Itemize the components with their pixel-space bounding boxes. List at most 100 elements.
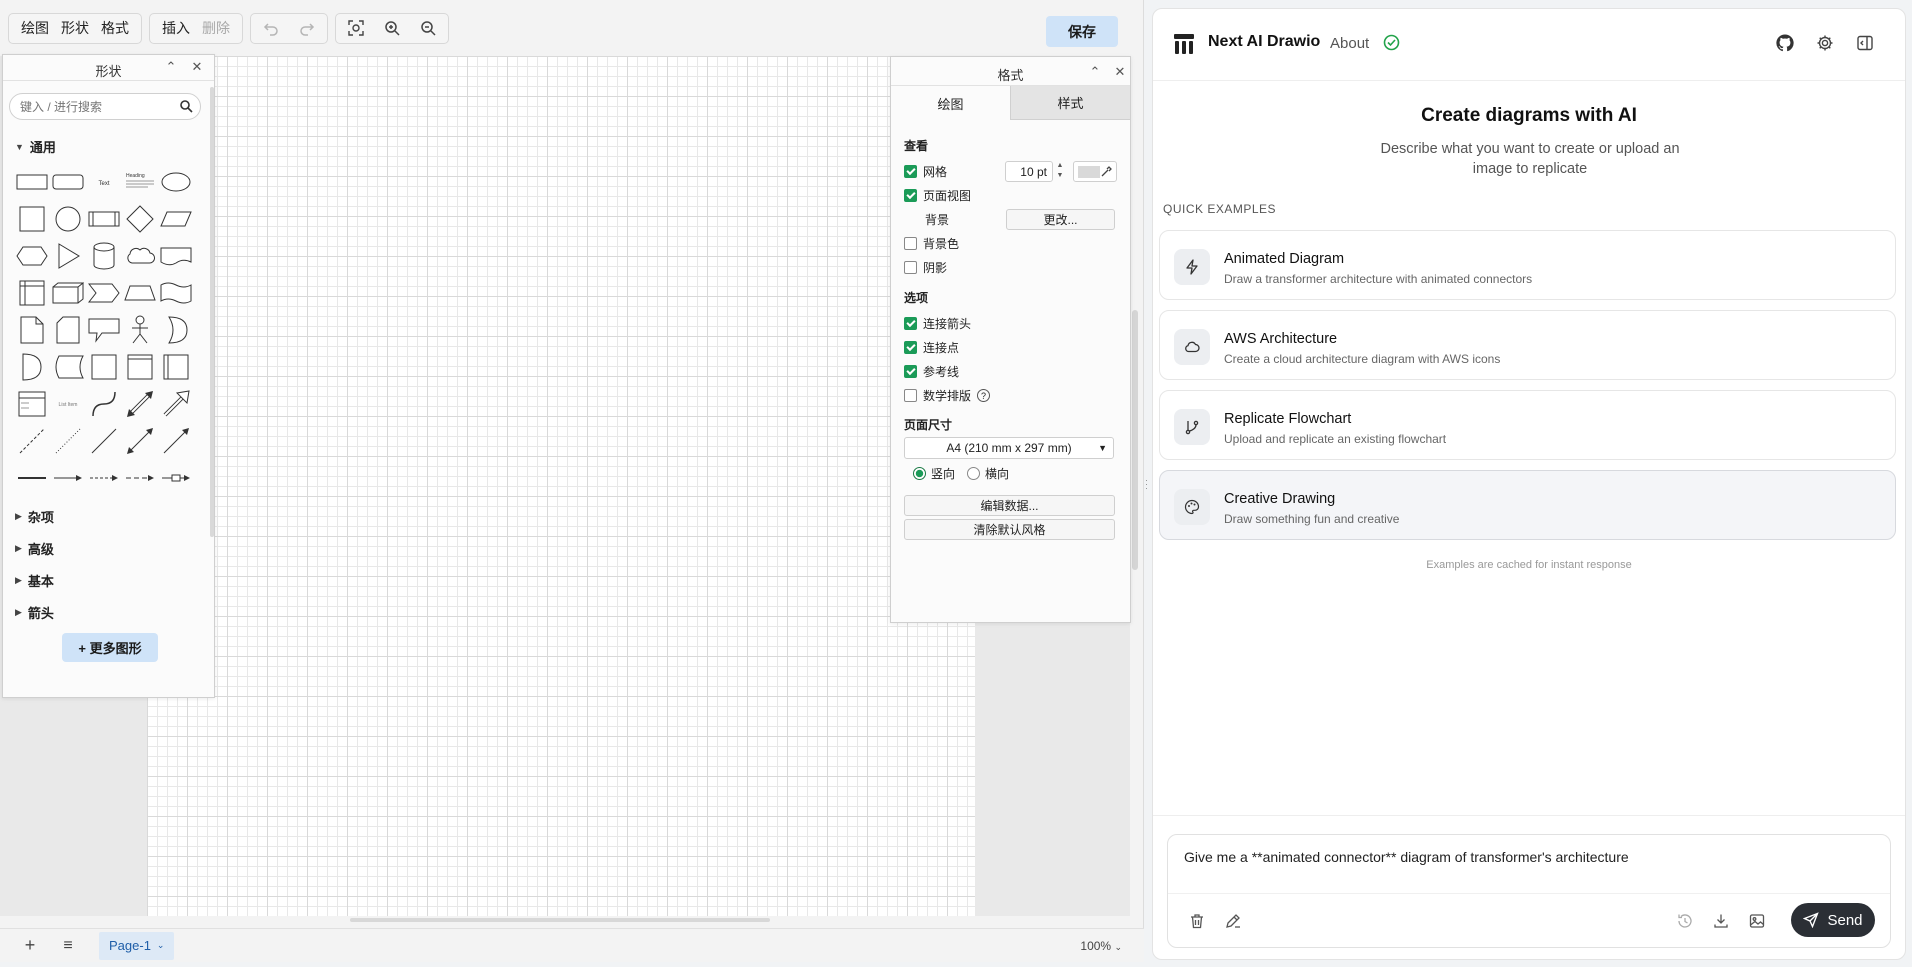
clear-default-style-button[interactable]: 清除默认风格	[904, 519, 1115, 540]
shape-step[interactable]	[86, 274, 122, 311]
zoom-out-icon[interactable]	[410, 14, 446, 42]
shape-dashed-connector[interactable]	[86, 459, 122, 496]
shape-connector-arrow[interactable]	[50, 459, 86, 496]
collapse-icon[interactable]: ⌃	[163, 59, 179, 75]
eyedropper-icon[interactable]	[1100, 166, 1112, 178]
shape-rounded-rectangle[interactable]	[50, 163, 86, 200]
change-background-button[interactable]: 更改...	[1006, 209, 1115, 230]
section-advanced[interactable]: ▶ 高级	[15, 539, 54, 558]
shadow-option[interactable]: 阴影	[904, 259, 947, 276]
page-size-select[interactable]: A4 (210 mm x 297 mm) ▼	[904, 437, 1114, 459]
shape-actor[interactable]	[122, 311, 158, 348]
image-upload-icon[interactable]	[1748, 912, 1766, 930]
section-misc[interactable]: ▶ 杂项	[15, 507, 54, 526]
shape-parallelogram[interactable]	[158, 200, 194, 237]
horizontal-scrollbar[interactable]	[350, 918, 770, 922]
more-shapes-button[interactable]: + 更多图形	[62, 633, 158, 662]
shape-dotted-connector[interactable]	[122, 459, 158, 496]
example-card-aws-architecture[interactable]: AWS Architecture Create a cloud architec…	[1159, 310, 1896, 380]
shape-tape[interactable]	[158, 274, 194, 311]
shape-callout[interactable]	[86, 311, 122, 348]
shadow-checkbox[interactable]	[904, 261, 917, 274]
shape-document[interactable]	[158, 237, 194, 274]
shape-trapezoid[interactable]	[122, 274, 158, 311]
shape-triangle[interactable]	[50, 237, 86, 274]
example-card-animated-diagram[interactable]: Animated Diagram Draw a transformer arch…	[1159, 230, 1896, 300]
zoom-in-icon[interactable]	[374, 14, 410, 42]
example-card-replicate-flowchart[interactable]: Replicate Flowchart Upload and replicate…	[1159, 390, 1896, 460]
grid-color-picker[interactable]	[1073, 161, 1117, 182]
pages-menu-icon[interactable]: ≡	[53, 937, 83, 955]
about-link[interactable]: About	[1330, 35, 1369, 52]
tab-diagram[interactable]: 绘图	[891, 86, 1010, 120]
math-option[interactable]: 数学排版?	[904, 387, 991, 404]
trash-icon[interactable]	[1188, 912, 1206, 930]
connection-points-option[interactable]: 连接点	[904, 339, 959, 356]
math-checkbox[interactable]	[904, 389, 917, 402]
grid-checkbox[interactable]	[904, 165, 917, 178]
shape-rectangle[interactable]	[14, 163, 50, 200]
shape-frame[interactable]	[86, 348, 122, 385]
shape-list[interactable]	[14, 385, 50, 422]
shape-or[interactable]	[158, 311, 194, 348]
connection-arrows-checkbox[interactable]	[904, 317, 917, 330]
shape-cube[interactable]	[50, 274, 86, 311]
help-icon[interactable]: ?	[977, 389, 991, 402]
shape-directional-connector[interactable]	[158, 422, 194, 459]
bg-color-checkbox[interactable]	[904, 237, 917, 250]
shapes-scrollbar[interactable]	[210, 87, 214, 537]
page-view-option[interactable]: 页面视图	[904, 187, 971, 204]
grid-option[interactable]: 网格	[904, 163, 947, 180]
shape-search-input[interactable]	[9, 93, 201, 120]
search-icon[interactable]	[179, 99, 193, 113]
landscape-radio[interactable]	[967, 467, 980, 480]
diagram-canvas[interactable]	[147, 56, 975, 916]
shape-textbox[interactable]: Heading	[122, 163, 158, 200]
shape-dotted-line[interactable]	[50, 422, 86, 459]
redo-icon[interactable]	[289, 14, 325, 42]
shape-and[interactable]	[14, 348, 50, 385]
shape-curve[interactable]	[86, 385, 122, 422]
page-tab[interactable]: Page-1 ⌄	[99, 931, 175, 960]
send-button[interactable]: Send	[1791, 903, 1875, 937]
undo-icon[interactable]	[253, 14, 289, 42]
fit-icon[interactable]	[338, 14, 374, 42]
guides-option[interactable]: 参考线	[904, 363, 959, 380]
shape-list-item[interactable]: List Item	[50, 385, 86, 422]
connection-arrows-option[interactable]: 连接箭头	[904, 315, 971, 332]
section-arrows[interactable]: ▶ 箭头	[15, 603, 54, 622]
shape-dashed-line[interactable]	[14, 422, 50, 459]
shape-data-storage[interactable]	[50, 348, 86, 385]
close-icon[interactable]: ✕	[1112, 64, 1128, 80]
connection-points-checkbox[interactable]	[904, 341, 917, 354]
vertical-scrollbar[interactable]	[1132, 310, 1138, 570]
shape-note[interactable]	[14, 311, 50, 348]
portrait-option[interactable]: 竖向	[913, 465, 955, 482]
history-icon[interactable]	[1676, 912, 1694, 930]
portrait-radio[interactable]	[913, 467, 926, 480]
shape-swimlane[interactable]	[158, 348, 194, 385]
shape-process[interactable]	[86, 200, 122, 237]
github-icon[interactable]	[1775, 33, 1795, 53]
tab-style[interactable]: 样式	[1010, 86, 1130, 120]
zoom-level[interactable]: 100% ⌄	[1080, 939, 1122, 953]
bg-color-option[interactable]: 背景色	[904, 235, 959, 252]
collapse-icon[interactable]: ⌃	[1087, 64, 1103, 80]
sidebar-toggle-icon[interactable]	[1855, 33, 1875, 53]
add-page-icon[interactable]: +	[15, 935, 45, 956]
menu-insert[interactable]: 插入	[156, 18, 196, 38]
shape-relation-connector[interactable]	[158, 459, 194, 496]
menu-format[interactable]: 格式	[95, 18, 135, 38]
prompt-input[interactable]: Give me a **animated connector** diagram…	[1184, 849, 1874, 865]
page-view-checkbox[interactable]	[904, 189, 917, 202]
shape-link[interactable]	[14, 459, 50, 496]
shape-line[interactable]	[86, 422, 122, 459]
example-card-creative-drawing[interactable]: Creative Drawing Draw something fun and …	[1159, 470, 1896, 540]
section-general[interactable]: ▼ 通用	[15, 137, 56, 156]
menu-shapes[interactable]: 形状	[55, 18, 95, 38]
shape-internal-storage[interactable]	[14, 274, 50, 311]
edit-data-button[interactable]: 编辑数据...	[904, 495, 1115, 516]
shape-square[interactable]	[14, 200, 50, 237]
shape-ellipse[interactable]	[158, 163, 194, 200]
menu-draw[interactable]: 绘图	[15, 18, 55, 38]
